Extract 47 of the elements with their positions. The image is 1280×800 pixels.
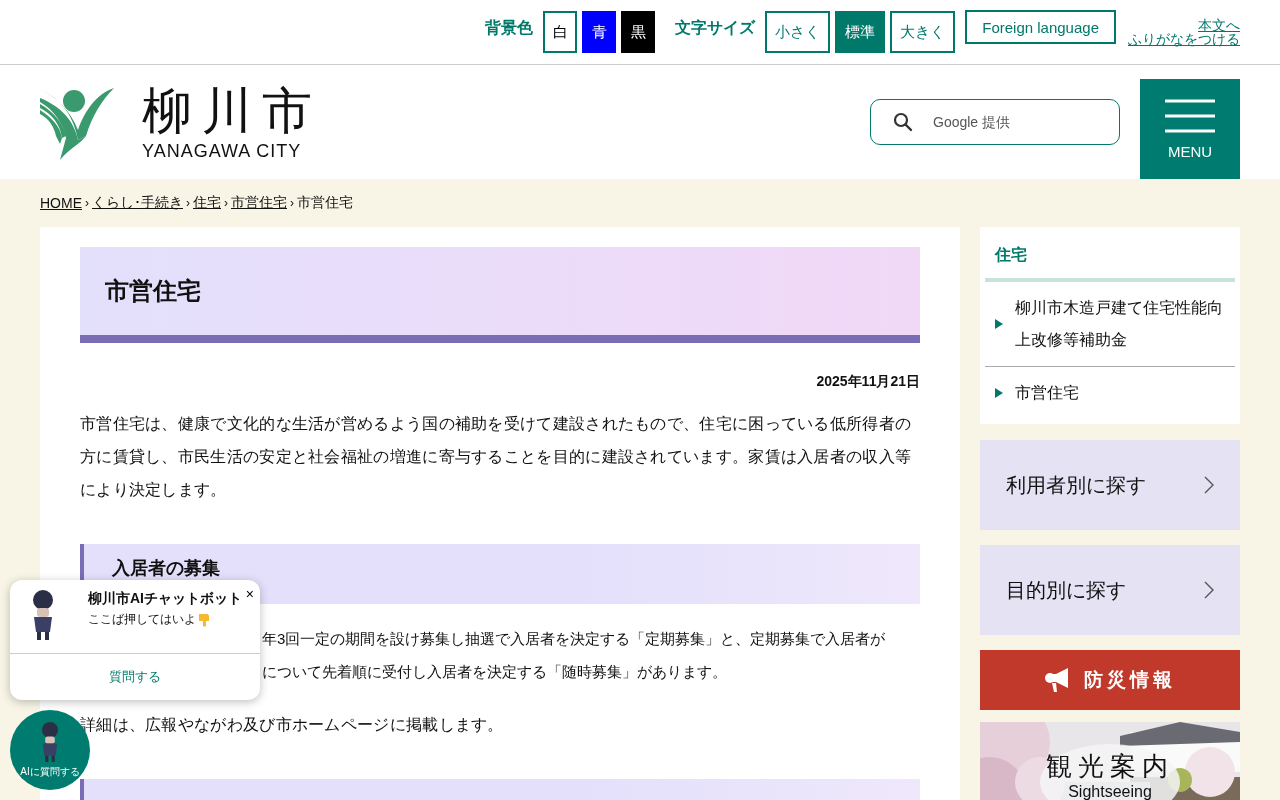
- breadcrumb-separator: ›: [290, 196, 294, 210]
- chatbot-title: 柳川市AIチャットボット: [88, 590, 243, 607]
- side-nav-link[interactable]: 市営住宅: [985, 366, 1235, 419]
- reader-link[interactable]: ふりがなをつける: [1128, 32, 1240, 46]
- background-color-button[interactable]: 青: [582, 11, 617, 53]
- chatbot-message: ここば押してはいよ: [88, 611, 196, 628]
- current-page-label: 市営住宅: [297, 194, 353, 212]
- city-logo-icon: [40, 88, 114, 160]
- intro-paragraph: 市営住宅は、健康で文化的な生活が営めるよう国の補助を受けて建設されたもので、住宅に困っている低所得者の方に賃貸し、市民生活の安定と社会福祉の増進に寄与することを目的に建設されています。家賃は入居者の収入等により決定します。: [80, 414, 913, 500]
- foreign-language-button[interactable]: Foreign language: [965, 10, 1116, 44]
- side-nav-title[interactable]: 住宅: [985, 237, 1235, 282]
- font-size-button[interactable]: 小さく: [765, 11, 831, 53]
- breadcrumb-link[interactable]: HOME: [40, 195, 82, 211]
- side-nav-link[interactable]: 柳川市木造戸建て住宅性能向上改修等補助金: [985, 282, 1235, 366]
- background-color-button[interactable]: 白: [543, 11, 578, 53]
- find-button[interactable]: 目的別に探す: [980, 545, 1240, 635]
- find-button[interactable]: 利用者別に探す: [980, 440, 1240, 530]
- breadcrumb-link[interactable]: 住宅: [193, 194, 221, 212]
- paragraph-line: 年3回一定の期間を設け募集し抽選で入居者を決定する「定期募集」と、定期募集で入居者が: [262, 629, 887, 649]
- sightseeing-banner-title[interactable]: 観光案内: [1046, 752, 1174, 782]
- chevron-right-icon: [1204, 581, 1214, 599]
- city-name-logo[interactable]: 柳川市: [142, 82, 322, 139]
- breadcrumb-separator: ›: [85, 196, 89, 210]
- reader-link[interactable]: 本文へ: [1198, 18, 1240, 32]
- megaphone-icon: [1044, 667, 1070, 693]
- font-size-button[interactable]: 大きく: [890, 11, 956, 53]
- sightseeing-banner-subtitle: Sightseeing: [1068, 782, 1152, 800]
- background-color-label: 背景色: [485, 17, 534, 38]
- disaster-info-banner[interactable]: 防災情報: [980, 650, 1240, 710]
- breadcrumb-link[interactable]: くらし･手続き: [92, 194, 183, 212]
- menu-icon: [1165, 98, 1215, 133]
- chevron-right-icon: [1204, 476, 1214, 494]
- background-color-button[interactable]: 黒: [621, 11, 656, 53]
- breadcrumb-separator: ›: [224, 196, 228, 210]
- menu-button[interactable]: MENU: [1140, 79, 1240, 179]
- breadcrumb-link[interactable]: 市営住宅: [231, 194, 287, 212]
- close-button[interactable]: ×: [245, 586, 254, 602]
- search-icon: [893, 112, 913, 132]
- font-size-label: 文字サイズ: [675, 17, 756, 38]
- font-size-button[interactable]: 標準: [835, 11, 886, 53]
- breadcrumb-separator: ›: [186, 196, 190, 210]
- ask-question-button[interactable]: 質問する: [10, 654, 260, 700]
- update-date: 2025年11月21日: [815, 373, 920, 391]
- page-title: 市営住宅: [80, 247, 920, 343]
- city-name-english: YANAGAWA CITY: [142, 140, 302, 162]
- paragraph-line: について先着順に受付し入居者を決定する「随時募集」があります。: [262, 662, 728, 682]
- search-field[interactable]: Google 提供: [870, 99, 1120, 145]
